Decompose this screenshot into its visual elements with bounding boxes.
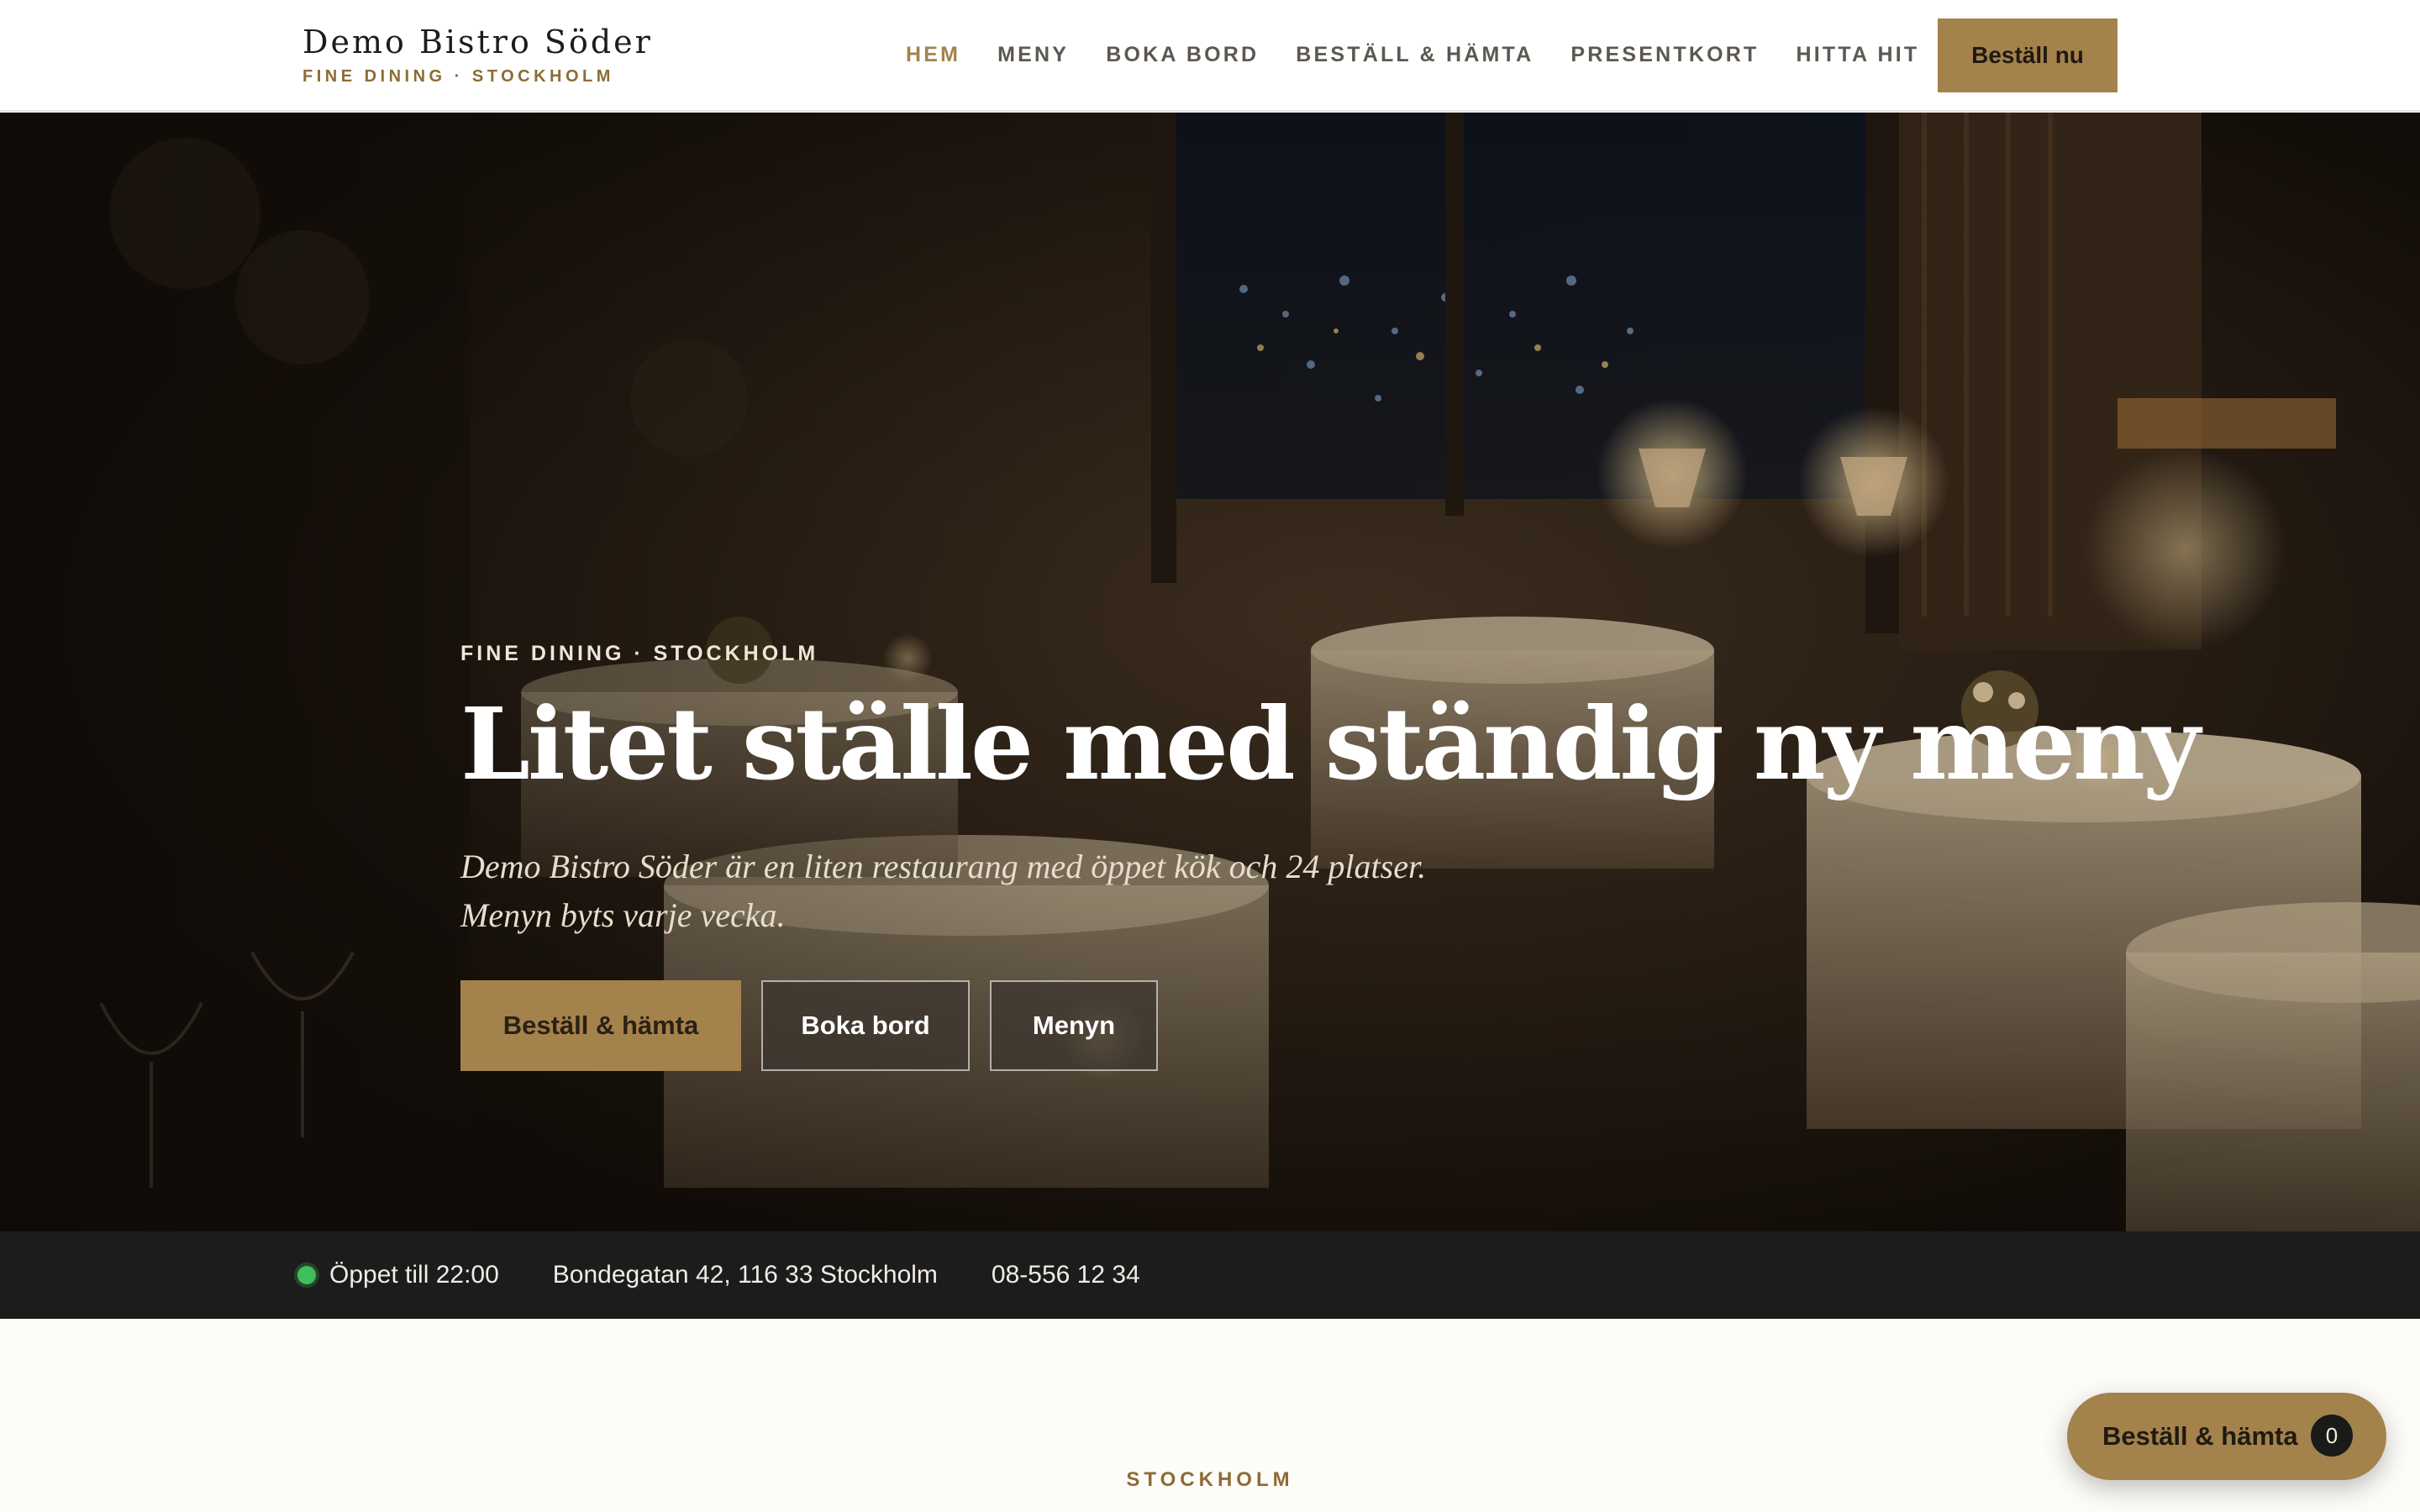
phone-text: 08-556 12 34: [991, 1261, 1140, 1289]
site-header: Demo Bistro Söder FINE DINING · STOCKHOL…: [0, 0, 2420, 112]
hero-title: Litet ställe med ständig ny meny: [460, 685, 2201, 802]
hero-section: FINE DINING · STOCKHOLM Litet ställe med…: [0, 113, 2420, 1231]
address-text: Bondegatan 42, 116 33 Stockholm: [552, 1261, 938, 1289]
phone-number[interactable]: 08-556 12 34: [992, 1261, 1140, 1289]
nav-item-bestall-hamta[interactable]: BESTÄLL & HÄMTA: [1296, 41, 1534, 68]
nav-item-boka-bord[interactable]: BOKA BORD: [1106, 41, 1259, 68]
order-pickup-button[interactable]: Beställ & hämta: [460, 980, 741, 1071]
cart-count-badge: 0: [2311, 1415, 2353, 1457]
hero-eyebrow: FINE DINING · STOCKHOLM: [460, 642, 819, 665]
hero-subtitle-line2: Menyn byts varje vecka.: [460, 896, 786, 934]
hero-subtitle: Demo Bistro Söder är en liten restaurang…: [460, 843, 1469, 940]
brand-tagline: FINE DINING · STOCKHOLM: [302, 67, 614, 86]
nav-item-presentkort[interactable]: PRESENTKORT: [1570, 41, 1759, 68]
floating-cart-label: Beställ & hämta: [2102, 1421, 2298, 1451]
address[interactable]: Bondegatan 42, 116 33 Stockholm: [553, 1261, 938, 1289]
open-status-dot-icon: [297, 1266, 316, 1284]
opening-status: Öppet till 22:00: [297, 1261, 499, 1289]
section-eyebrow: STOCKHOLM: [1126, 1468, 1294, 1491]
nav-item-meny[interactable]: MENY: [997, 41, 1069, 68]
nav-item-hem[interactable]: HEM: [906, 41, 960, 68]
hero-subtitle-line1: Demo Bistro Söder är en liten restaurang…: [460, 848, 1427, 885]
nav-item-hitta-hit[interactable]: HITTA HIT: [1797, 41, 1920, 68]
brand-logo[interactable]: Demo Bistro Söder FINE DINING · STOCKHOL…: [302, 22, 653, 87]
floating-cart-button[interactable]: Beställ & hämta 0: [2067, 1393, 2386, 1480]
hero-content: FINE DINING · STOCKHOLM Litet ställe med…: [460, 642, 2225, 1071]
book-table-button[interactable]: Boka bord: [761, 980, 970, 1071]
menu-button[interactable]: Menyn: [990, 980, 1158, 1071]
info-bar: Öppet till 22:00 Bondegatan 42, 116 33 S…: [0, 1231, 2420, 1319]
brand-name: Demo Bistro Söder: [302, 24, 653, 60]
opening-status-text: Öppet till 22:00: [329, 1261, 499, 1289]
hero-cta-row: Beställ & hämta Boka bord Menyn: [460, 980, 2225, 1071]
main-nav: HEM MENY BOKA BORD BESTÄLL & HÄMTA PRESE…: [906, 41, 1919, 68]
order-now-button[interactable]: Beställ nu: [1938, 18, 2118, 92]
